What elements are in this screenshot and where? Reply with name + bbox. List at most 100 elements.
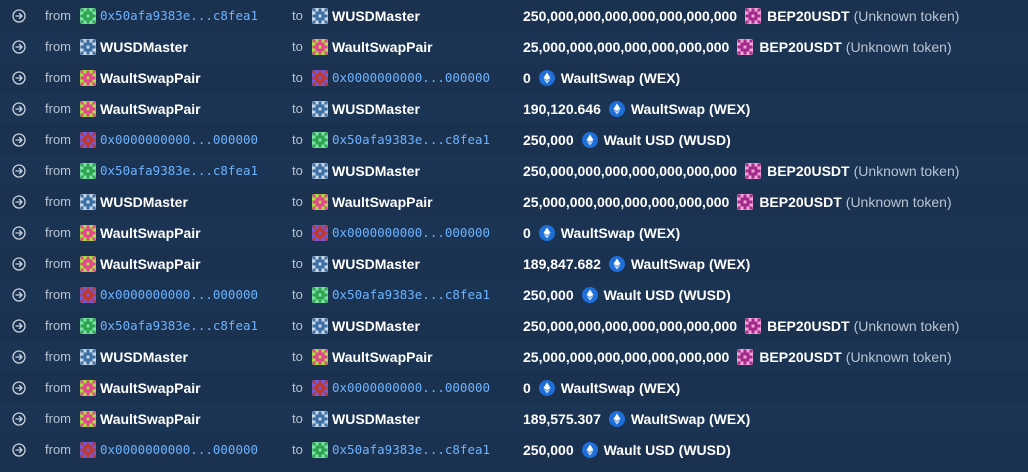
from-entity[interactable]: WaultSwapPair bbox=[80, 62, 201, 93]
from-name-link[interactable]: WaultSwapPair bbox=[100, 411, 201, 427]
identicon-icon bbox=[80, 69, 96, 86]
to-entity[interactable]: WUSDMaster bbox=[312, 403, 420, 434]
from-address-link[interactable]: 0x0000000000...000000 bbox=[100, 132, 258, 147]
token-name-link[interactable]: Wault USD bbox=[604, 132, 675, 148]
from-entity[interactable]: WaultSwapPair bbox=[80, 217, 201, 248]
token-name-link[interactable]: WaultSwap bbox=[631, 256, 705, 272]
token-name-link[interactable]: BEP20USDT bbox=[767, 163, 849, 179]
token-symbol: (WEX) bbox=[709, 100, 751, 117]
identicon-icon bbox=[80, 7, 96, 24]
token-name-link[interactable]: BEP20USDT bbox=[759, 349, 841, 365]
to-label: to bbox=[292, 132, 303, 147]
from-address-link[interactable]: 0x0000000000...000000 bbox=[100, 442, 258, 457]
from-entity[interactable]: WUSDMaster bbox=[80, 186, 188, 217]
amount-value: 25,000,000,000,000,000,000,000 bbox=[523, 348, 730, 365]
token-name-link[interactable]: BEP20USDT bbox=[759, 194, 841, 210]
from-name-link[interactable]: WaultSwapPair bbox=[100, 70, 201, 86]
token-symbol: (Unknown token) bbox=[845, 193, 952, 210]
to-entity[interactable]: 0x0000000000...000000 bbox=[312, 62, 490, 93]
from-address-link[interactable]: 0x50afa9383e...c8fea1 bbox=[100, 318, 258, 333]
from-entity[interactable]: 0x0000000000...000000 bbox=[80, 434, 258, 465]
from-entity[interactable]: 0x50afa9383e...c8fea1 bbox=[80, 155, 258, 186]
transfer-row: from 0x0000000000...000000 to 0x50afa9383e.… bbox=[0, 279, 1028, 310]
to-name-link[interactable]: WaultSwapPair bbox=[332, 194, 433, 210]
to-entity[interactable]: 0x50afa9383e...c8fea1 bbox=[312, 279, 490, 310]
token-name-link[interactable]: Wault USD bbox=[604, 442, 675, 458]
to-name-link[interactable]: WUSDMaster bbox=[332, 411, 420, 427]
to-entity[interactable]: 0x50afa9383e...c8fea1 bbox=[312, 434, 490, 465]
to-address-link[interactable]: 0x0000000000...000000 bbox=[332, 380, 490, 395]
to-address-link[interactable]: 0x50afa9383e...c8fea1 bbox=[332, 287, 490, 302]
token-symbol: (Unknown token) bbox=[845, 348, 952, 365]
from-name-link[interactable]: WUSDMaster bbox=[100, 349, 188, 365]
to-entity[interactable]: WaultSwapPair bbox=[312, 31, 433, 62]
token-name-link[interactable]: WaultSwap bbox=[561, 380, 635, 396]
from-entity[interactable]: WaultSwapPair bbox=[80, 248, 201, 279]
to-entity[interactable]: WUSDMaster bbox=[312, 93, 420, 124]
from-entity[interactable]: WUSDMaster bbox=[80, 31, 188, 62]
identicon-icon bbox=[80, 193, 96, 210]
transfer-row: from WUSDMaster to WaultSwapPair 25,000,000,… bbox=[0, 31, 1028, 62]
to-entity[interactable]: WUSDMaster bbox=[312, 248, 420, 279]
to-entity[interactable]: 0x50afa9383e...c8fea1 bbox=[312, 124, 490, 155]
token-name-link[interactable]: Wault USD bbox=[604, 287, 675, 303]
to-name-link[interactable]: WUSDMaster bbox=[332, 318, 420, 334]
from-entity[interactable]: WaultSwapPair bbox=[80, 403, 201, 434]
to-name-link[interactable]: WUSDMaster bbox=[332, 101, 420, 117]
from-address-link[interactable]: 0x50afa9383e...c8fea1 bbox=[100, 163, 258, 178]
identicon-icon bbox=[80, 286, 96, 303]
from-entity[interactable]: 0x50afa9383e...c8fea1 bbox=[80, 310, 258, 341]
to-address-link[interactable]: 0x50afa9383e...c8fea1 bbox=[332, 132, 490, 147]
to-address-link[interactable]: 0x0000000000...000000 bbox=[332, 225, 490, 240]
from-address-link[interactable]: 0x0000000000...000000 bbox=[100, 287, 258, 302]
to-entity[interactable]: WaultSwapPair bbox=[312, 186, 433, 217]
to-label: to bbox=[292, 225, 303, 240]
transfer-row: from 0x50afa9383e...c8fea1 to WUSDMaster 250… bbox=[0, 155, 1028, 186]
token-name-link[interactable]: WaultSwap bbox=[631, 101, 705, 117]
from-entity[interactable]: 0x0000000000...000000 bbox=[80, 124, 258, 155]
from-name-link[interactable]: WaultSwapPair bbox=[100, 225, 201, 241]
to-entity[interactable]: 0x0000000000...000000 bbox=[312, 372, 490, 403]
from-entity[interactable]: 0x50afa9383e...c8fea1 bbox=[80, 0, 258, 31]
to-address-link[interactable]: 0x0000000000...000000 bbox=[332, 70, 490, 85]
from-name-link[interactable]: WaultSwapPair bbox=[100, 380, 201, 396]
to-name-link[interactable]: WaultSwapPair bbox=[332, 39, 433, 55]
from-label: from bbox=[45, 39, 71, 54]
token-symbol: (WUSD) bbox=[678, 286, 731, 303]
token-name-link[interactable]: BEP20USDT bbox=[759, 39, 841, 55]
to-label: to bbox=[292, 349, 303, 364]
from-label: from bbox=[45, 132, 71, 147]
token-name-link[interactable]: BEP20USDT bbox=[767, 8, 849, 24]
from-label: from bbox=[45, 256, 71, 271]
to-name-link[interactable]: WUSDMaster bbox=[332, 256, 420, 272]
identicon-icon bbox=[312, 69, 328, 86]
from-name-link[interactable]: WUSDMaster bbox=[100, 39, 188, 55]
to-entity[interactable]: WUSDMaster bbox=[312, 0, 420, 31]
to-entity[interactable]: WUSDMaster bbox=[312, 155, 420, 186]
identicon-icon bbox=[80, 100, 96, 117]
from-address-link[interactable]: 0x50afa9383e...c8fea1 bbox=[100, 8, 258, 23]
from-entity[interactable]: WUSDMaster bbox=[80, 341, 188, 372]
amount-cell: 189,847.682 WaultSwap (WEX) bbox=[523, 248, 750, 279]
token-name-link[interactable]: WaultSwap bbox=[631, 411, 705, 427]
to-entity[interactable]: WaultSwapPair bbox=[312, 341, 433, 372]
token-name-link[interactable]: WaultSwap bbox=[561, 70, 635, 86]
to-address-link[interactable]: 0x50afa9383e...c8fea1 bbox=[332, 442, 490, 457]
from-name-link[interactable]: WaultSwapPair bbox=[100, 101, 201, 117]
from-entity[interactable]: 0x0000000000...000000 bbox=[80, 279, 258, 310]
identicon-icon bbox=[312, 255, 328, 272]
from-name-link[interactable]: WaultSwapPair bbox=[100, 256, 201, 272]
to-label: to bbox=[292, 287, 303, 302]
token-name-link[interactable]: WaultSwap bbox=[561, 225, 635, 241]
from-name-link[interactable]: WUSDMaster bbox=[100, 194, 188, 210]
identicon-icon bbox=[80, 162, 96, 179]
from-entity[interactable]: WaultSwapPair bbox=[80, 372, 201, 403]
to-name-link[interactable]: WaultSwapPair bbox=[332, 349, 433, 365]
to-entity[interactable]: 0x0000000000...000000 bbox=[312, 217, 490, 248]
from-entity[interactable]: WaultSwapPair bbox=[80, 93, 201, 124]
transfer-row: from 0x0000000000...000000 to 0x50afa9383e.… bbox=[0, 124, 1028, 155]
to-name-link[interactable]: WUSDMaster bbox=[332, 163, 420, 179]
to-entity[interactable]: WUSDMaster bbox=[312, 310, 420, 341]
token-name-link[interactable]: BEP20USDT bbox=[767, 318, 849, 334]
to-name-link[interactable]: WUSDMaster bbox=[332, 8, 420, 24]
